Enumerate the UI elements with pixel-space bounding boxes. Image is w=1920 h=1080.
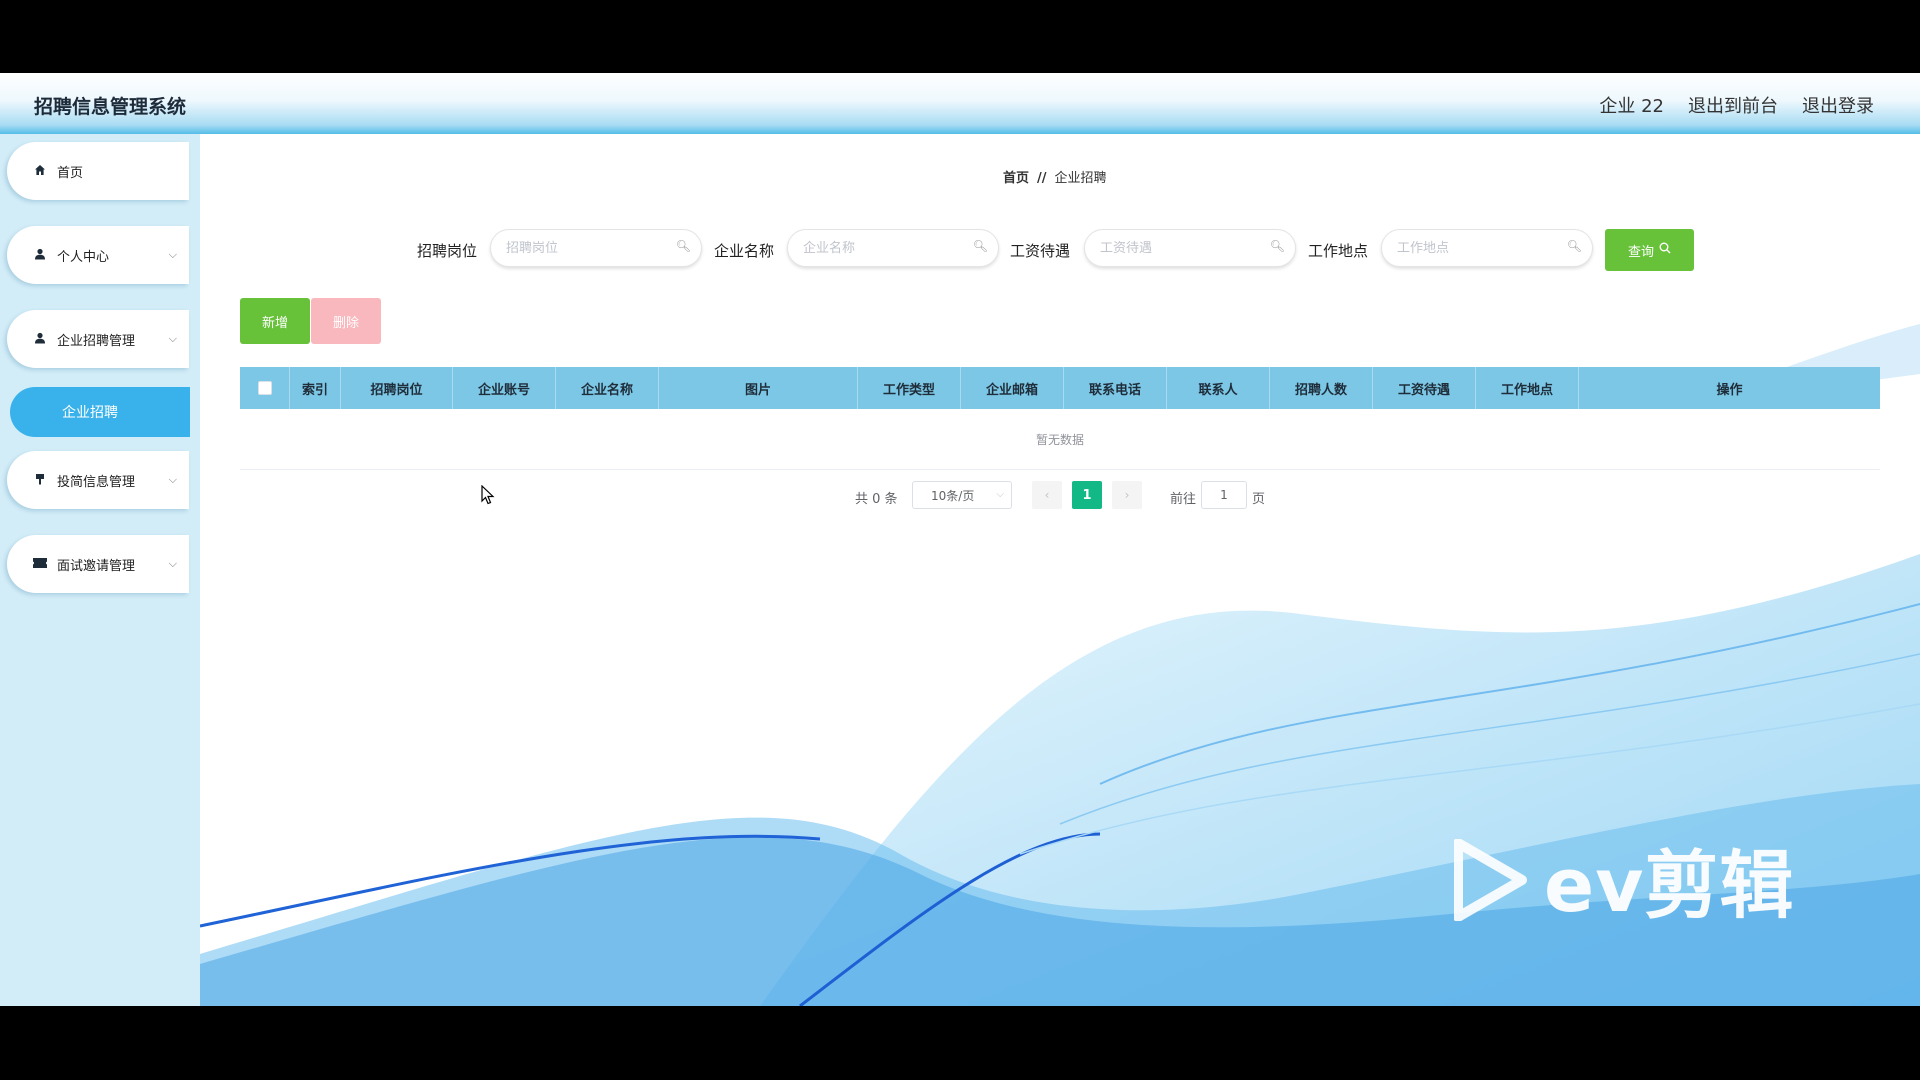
sidebar-item-label: 首页 [57, 165, 84, 181]
search-input-company[interactable] [801, 230, 975, 266]
column-header[interactable]: 企业名称 [556, 367, 659, 409]
search-input-salary[interactable] [1098, 230, 1272, 266]
page-number-current[interactable]: 1 [1072, 481, 1102, 509]
column-header[interactable]: 图片 [659, 367, 858, 409]
chevron-down-icon: ⌵ [168, 473, 177, 486]
current-user[interactable]: 企业 22 [1599, 92, 1664, 118]
ticket-icon [33, 557, 47, 572]
user-icon [33, 248, 47, 263]
chevron-down-icon: ⌵ [996, 489, 1004, 500]
goto-page-input[interactable]: 1 [1201, 481, 1247, 509]
add-button[interactable]: 新增 [240, 298, 310, 344]
sidebar: 首页 个人中心 ⌵ 企业招聘管理 ⌵ 企业招聘 投简信息管理 ⌵ 面试邀请管理 … [0, 134, 200, 1006]
table-header: 索引 招聘岗位 企业账号 企业名称 图片 工作类型 企业邮箱 联系电话 联系人 … [240, 367, 1880, 409]
column-header[interactable]: 索引 [290, 367, 341, 409]
page-size-select[interactable]: 10条/页 ⌵ [912, 481, 1012, 509]
search-input-position-wrap: 🔍︎ [490, 229, 702, 267]
search-label-company: 企业名称 [714, 242, 775, 260]
page-size-value: 10条/页 [931, 488, 975, 503]
sidebar-item-personal-center[interactable]: 个人中心 ⌵ [7, 226, 189, 284]
search-icon: 🔍︎ [1269, 239, 1285, 253]
breadcrumb-home[interactable]: 首页 [1003, 171, 1029, 186]
main-content: 首页 // 企业招聘 招聘岗位 🔍︎ 企业名称 🔍︎ 工资待遇 🔍︎ 工作地点 🔍︎ [200, 134, 1920, 1006]
sidebar-item-label: 企业招聘管理 [57, 333, 136, 349]
app-window: 招聘信息管理系统 企业 22 退出到前台 退出登录 首页 个人中心 ⌵ 企业招聘… [0, 73, 1920, 1006]
column-header[interactable]: 企业账号 [453, 367, 556, 409]
column-header[interactable]: 招聘人数 [1270, 367, 1373, 409]
top-header: 招聘信息管理系统 企业 22 退出到前台 退出登录 [0, 73, 1920, 134]
search-input-position[interactable] [504, 230, 678, 266]
breadcrumb: 首页 // 企业招聘 [1003, 167, 1107, 186]
page-suffix: 页 [1252, 492, 1266, 507]
column-header[interactable]: 招聘岗位 [341, 367, 453, 409]
search-label-salary: 工资待遇 [1010, 242, 1071, 260]
search-icon [1659, 242, 1671, 258]
column-header[interactable]: 工作地点 [1476, 367, 1579, 409]
sidebar-item-home[interactable]: 首页 [7, 142, 189, 200]
mouse-cursor-icon [481, 485, 495, 505]
header-actions: 企业 22 退出到前台 退出登录 [1599, 92, 1874, 118]
select-all-checkbox[interactable] [257, 381, 272, 395]
breadcrumb-separator: // [1037, 171, 1047, 186]
column-header[interactable]: 工作类型 [858, 367, 961, 409]
pagination: 共 0 条 10条/页 ⌵ ‹ 1 › 前往 1 页 [200, 481, 1920, 511]
chevron-left-icon: ‹ [1044, 488, 1050, 502]
chevron-down-icon: ⌵ [168, 332, 177, 345]
search-input-location-wrap: 🔍︎ [1381, 229, 1593, 267]
search-icon: 🔍︎ [675, 239, 691, 253]
sidebar-item-label: 个人中心 [57, 249, 110, 265]
chevron-down-icon: ⌵ [168, 248, 177, 261]
sidebar-item-label: 投简信息管理 [57, 474, 136, 490]
user-icon [33, 332, 47, 347]
sidebar-item-label: 面试邀请管理 [57, 558, 136, 574]
next-page-button[interactable]: › [1112, 481, 1142, 509]
watermark: ev剪辑 [1454, 826, 1794, 933]
search-icon: 🔍︎ [972, 239, 988, 253]
column-header[interactable]: 联系电话 [1064, 367, 1167, 409]
search-input-location[interactable] [1395, 230, 1569, 266]
chevron-right-icon: › [1124, 488, 1130, 502]
pin-icon [33, 473, 47, 488]
column-header[interactable]: 工资待遇 [1373, 367, 1476, 409]
chevron-down-icon: ⌵ [168, 557, 177, 570]
delete-button[interactable]: 删除 [311, 298, 381, 344]
search-label-location: 工作地点 [1308, 242, 1369, 260]
search-label-position: 招聘岗位 [417, 242, 478, 260]
sidebar-subitem-recruit[interactable]: 企业招聘 [10, 387, 190, 437]
sidebar-item-interview-manage[interactable]: 面试邀请管理 ⌵ [7, 535, 189, 593]
play-logo-icon [1454, 838, 1527, 921]
goto-label: 前往 [1170, 492, 1197, 507]
total-count: 共 0 条 [855, 492, 898, 507]
search-icon: 🔍︎ [1566, 239, 1582, 253]
home-icon [33, 164, 47, 179]
select-all-cell [240, 367, 290, 409]
search-input-company-wrap: 🔍︎ [787, 229, 999, 267]
prev-page-button[interactable]: ‹ [1032, 481, 1062, 509]
watermark-text: ev剪辑 [1544, 843, 1795, 929]
query-button-label: 查询 [1627, 244, 1654, 260]
exit-to-front-link[interactable]: 退出到前台 [1688, 92, 1778, 118]
logout-link[interactable]: 退出登录 [1802, 92, 1874, 118]
sidebar-item-recruit-manage[interactable]: 企业招聘管理 ⌵ [7, 310, 189, 368]
breadcrumb-current: 企业招聘 [1054, 171, 1107, 186]
app-title: 招聘信息管理系统 [34, 96, 187, 118]
sidebar-item-resume-manage[interactable]: 投简信息管理 ⌵ [7, 451, 189, 509]
data-table: 索引 招聘岗位 企业账号 企业名称 图片 工作类型 企业邮箱 联系电话 联系人 … [240, 367, 1880, 470]
column-header[interactable]: 企业邮箱 [961, 367, 1064, 409]
search-input-salary-wrap: 🔍︎ [1084, 229, 1296, 267]
column-header[interactable]: 联系人 [1167, 367, 1270, 409]
empty-state: 暂无数据 [240, 409, 1880, 470]
column-header: 操作 [1716, 382, 1743, 398]
query-button[interactable]: 查询 [1605, 229, 1694, 271]
